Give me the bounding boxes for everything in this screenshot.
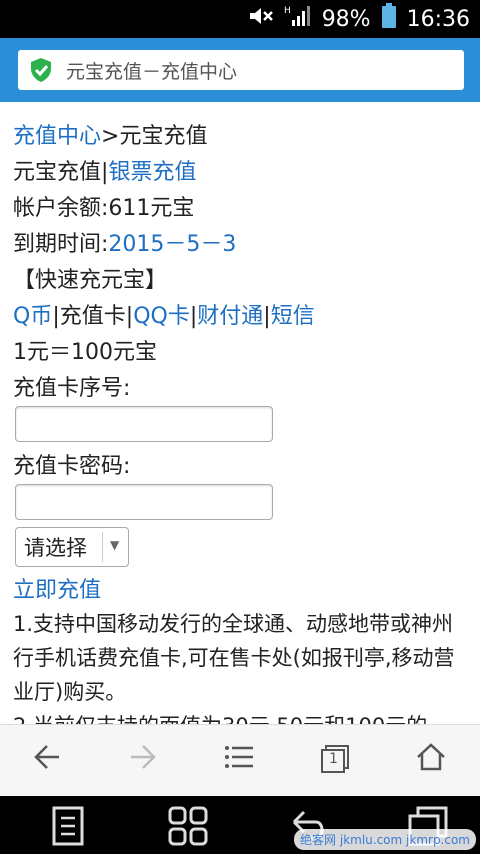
breadcrumb: 充值中心>元宝充值 (13, 118, 207, 150)
select-value: 请选择 (24, 536, 87, 560)
card-number-label: 充值卡序号: (13, 376, 131, 401)
home-icon (416, 743, 446, 775)
submit-link-row: 立即充值 (13, 572, 101, 604)
breadcrumb-separator: > (101, 124, 120, 149)
forward-arrow-icon (129, 743, 157, 775)
url-box[interactable]: 元宝充值－充值中心 (18, 50, 464, 90)
page-title: 元宝充值－充值中心 (66, 60, 238, 83)
card-number-input[interactable] (15, 406, 273, 442)
system-menu-button[interactable] (46, 804, 90, 848)
breadcrumb-current: 元宝充值 (119, 124, 208, 149)
system-nav-bar: 绝客网 jkmlu.com jkmrp.com (0, 796, 480, 854)
expiry-row: 到期时间:2015－5－3 (13, 226, 236, 258)
back-arrow-icon (33, 743, 61, 775)
address-bar: 元宝充值－充值中心 (0, 38, 480, 102)
signal-h-icon: H (284, 4, 312, 34)
select-divider (102, 532, 103, 562)
clock: 16:36 (406, 6, 470, 32)
tabs-icon: 1 (320, 744, 350, 774)
tab-yuanbao: 元宝充值 (13, 160, 102, 185)
card-password-input[interactable] (15, 484, 273, 520)
note-2: 2.当前仅支持的面值为30元,50元和100元的 (13, 709, 468, 724)
watermark: 绝客网 jkmlu.com jkmrp.com (294, 829, 476, 850)
tab-yinpiao-link[interactable]: 银票充值 (108, 160, 196, 185)
expiry-date-link[interactable]: 2015－5－3 (108, 232, 236, 257)
svg-text:H: H (284, 6, 291, 16)
apps-grid-icon (166, 806, 210, 852)
chevron-down-icon: ▼ (110, 538, 120, 552)
battery-percent: 98% (321, 6, 371, 32)
method-tenpay-link[interactable]: 财付通 (197, 304, 263, 329)
method-separator: | (263, 304, 271, 329)
system-home-button[interactable] (166, 804, 210, 848)
status-bar: H 98% 16:36 (0, 0, 480, 38)
forward-button[interactable] (123, 739, 163, 779)
mute-icon (248, 5, 274, 33)
tabs-button[interactable]: 1 (315, 739, 355, 779)
section-title: 【快速充元宝】 (13, 268, 168, 293)
browser-nav-bar: 1 (0, 724, 480, 797)
recharge-tabs: 元宝充值|银票充值 (13, 154, 196, 186)
exchange-rate: 1元＝100元宝 (13, 340, 157, 365)
document-icon (46, 806, 90, 852)
battery-icon (381, 3, 397, 35)
tabs-count: 1 (329, 751, 338, 767)
back-button[interactable] (27, 739, 67, 779)
note-1: 1.支持中国移动发行的全球通、动感地带或神州行手机话费充值卡,可在售卡处(如报刊… (13, 612, 455, 704)
menu-icon (224, 744, 254, 774)
payment-methods: Q币|充值卡|QQ卡|财付通|短信 (13, 298, 315, 330)
method-separator: | (52, 304, 60, 329)
method-qb-link[interactable]: Q币 (13, 304, 52, 329)
page-content: 充值中心>元宝充值 元宝充值|银票充值 帐户余额:611元宝 到期时间:2015… (0, 102, 480, 724)
method-card-current: 充值卡 (59, 304, 126, 329)
card-password-label: 充值卡密码: (13, 454, 131, 479)
menu-button[interactable] (219, 739, 259, 779)
method-qqcard-link[interactable]: QQ卡 (133, 304, 190, 329)
breadcrumb-home-link[interactable]: 充值中心 (13, 124, 101, 149)
home-button[interactable] (411, 739, 451, 779)
shield-check-icon (28, 57, 54, 83)
status-indicators: H 98% 16:36 (248, 0, 470, 38)
account-balance: 帐户余额:611元宝 (13, 196, 195, 221)
method-sms-link[interactable]: 短信 (271, 304, 315, 329)
amount-select[interactable]: 请选择 ▼ (15, 527, 129, 567)
submit-recharge-link[interactable]: 立即充值 (13, 578, 101, 603)
expiry-label: 到期时间: (13, 232, 109, 257)
